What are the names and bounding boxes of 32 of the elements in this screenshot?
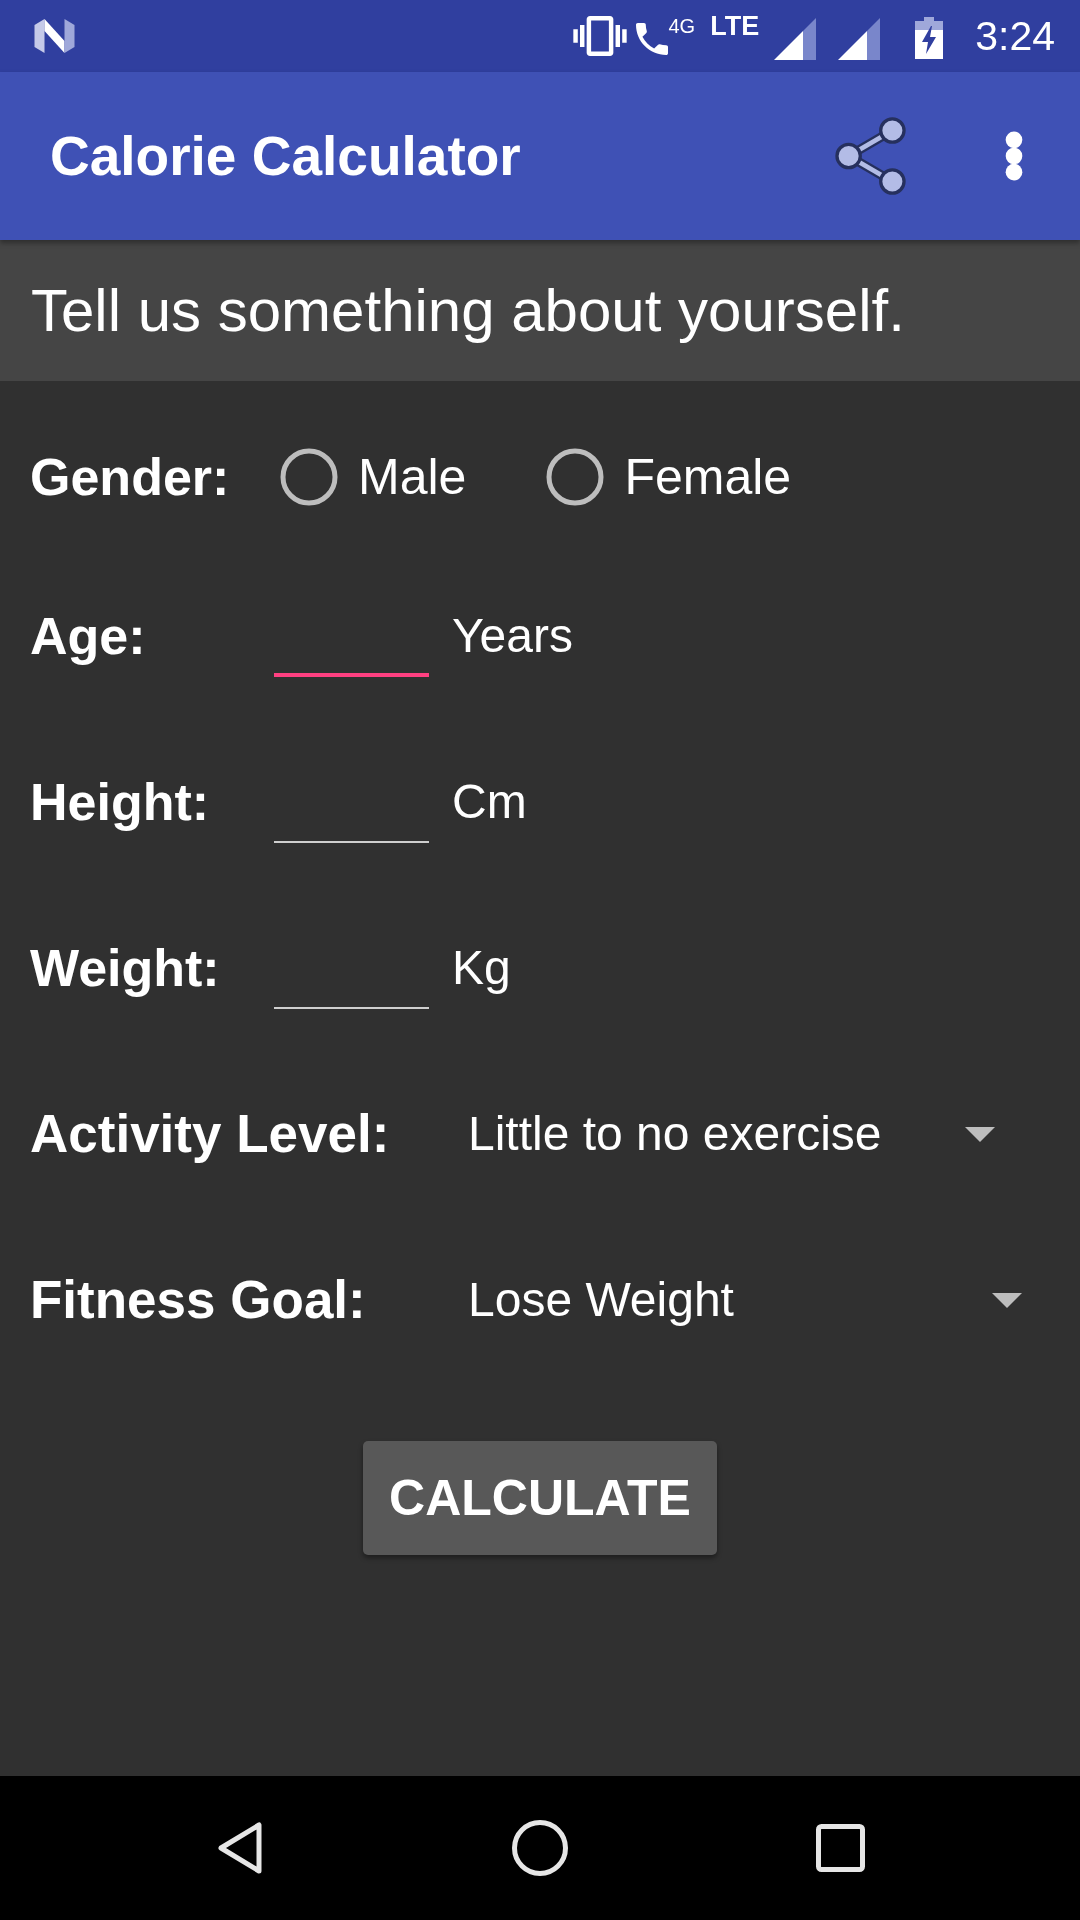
field-label: Weight: bbox=[30, 938, 221, 999]
signal-icon bbox=[838, 18, 881, 60]
unit-text: Kg bbox=[452, 940, 511, 996]
radio-option[interactable]: Male bbox=[280, 447, 467, 507]
share-icon bbox=[834, 117, 906, 195]
network-type-text: LTE bbox=[710, 12, 760, 40]
calculate-button[interactable]: CALCULATE bbox=[363, 1441, 717, 1555]
dropdown[interactable]: Lose Weight bbox=[468, 1255, 1030, 1345]
recents-icon bbox=[815, 1824, 865, 1872]
vibrate-icon bbox=[572, 16, 627, 56]
gender-label: Gender: bbox=[30, 447, 231, 508]
phone-call-icon bbox=[635, 23, 668, 55]
caret-icon bbox=[965, 1126, 995, 1142]
clock-text: 3:24 bbox=[975, 12, 1055, 60]
intro-text: Tell us something about yourself. bbox=[31, 275, 905, 346]
field-label: Age: bbox=[30, 606, 147, 667]
field-label: Height: bbox=[30, 772, 211, 833]
unit-text: Years bbox=[452, 608, 573, 664]
home-icon bbox=[512, 1820, 568, 1876]
radio-option[interactable]: Female bbox=[546, 447, 792, 507]
app-title: Calorie Calculator bbox=[50, 124, 521, 188]
network-generation-text: 4G bbox=[668, 16, 696, 36]
notification-icon bbox=[33, 19, 76, 53]
dropdown[interactable]: Little to no exercise bbox=[468, 1089, 1030, 1179]
caret-icon bbox=[992, 1292, 1022, 1308]
dropdown-label: Fitness Goal: bbox=[30, 1269, 367, 1331]
battery-charging-icon bbox=[915, 17, 944, 59]
more-vertical-icon bbox=[1005, 131, 1023, 181]
back-icon bbox=[217, 1822, 263, 1874]
unit-text: Cm bbox=[452, 774, 527, 830]
dropdown-label: Activity Level: bbox=[30, 1103, 391, 1165]
signal-icon bbox=[774, 18, 817, 60]
